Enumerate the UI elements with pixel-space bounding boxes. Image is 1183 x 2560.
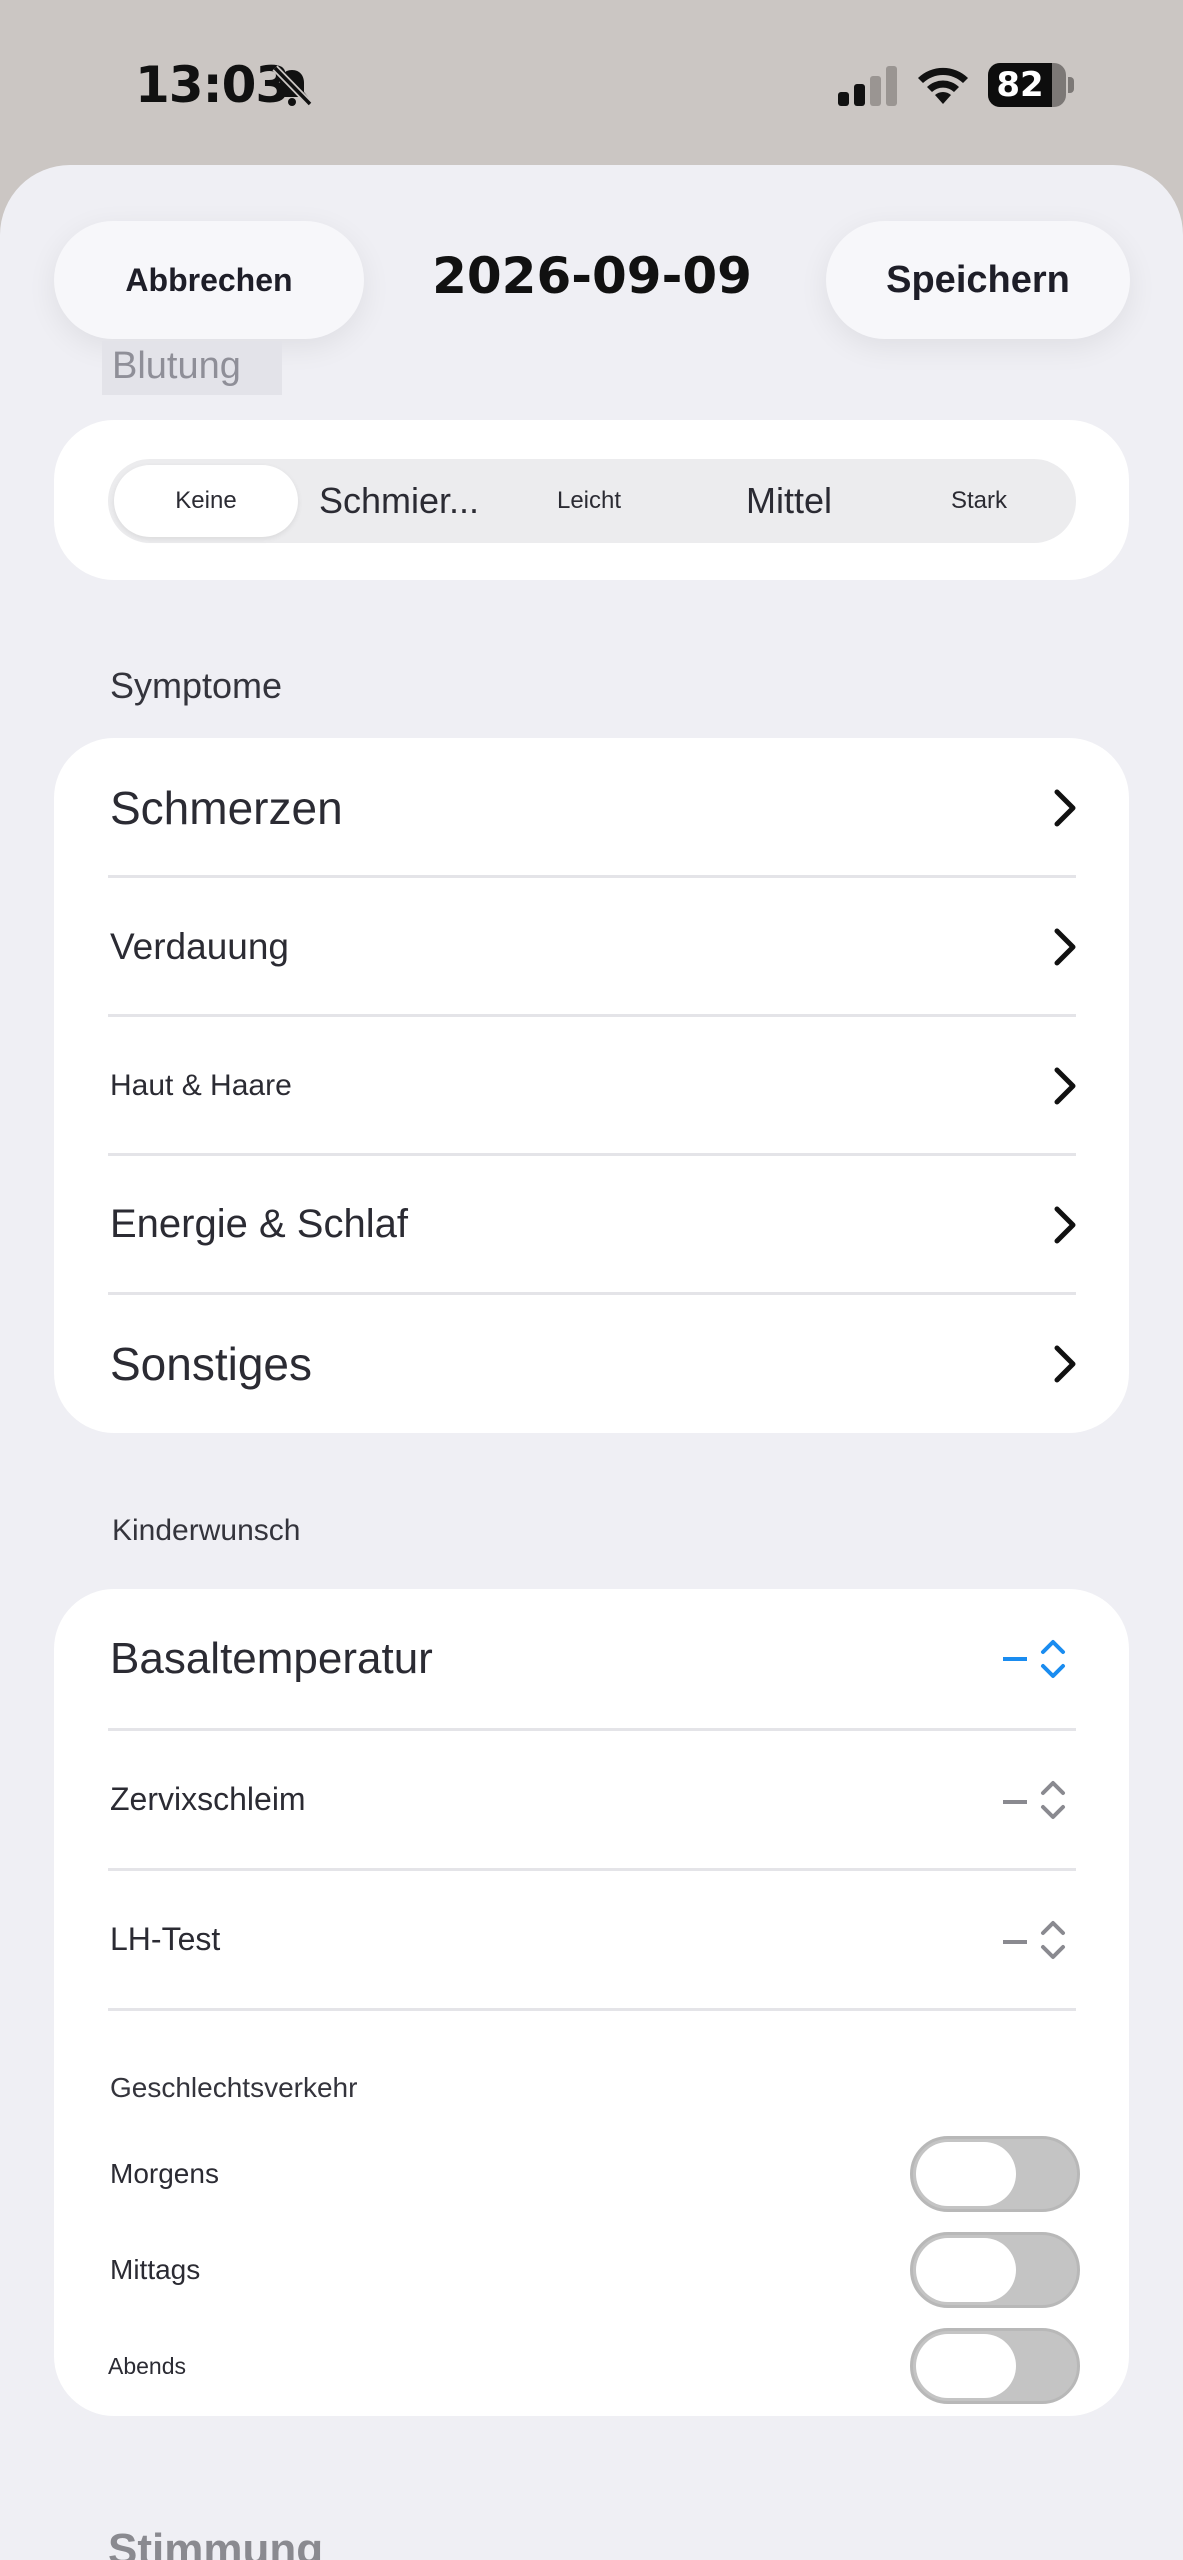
page-title: 2026-09-09 <box>432 247 752 305</box>
cellular-signal-icon <box>838 66 897 106</box>
picker-label: Basaltemperatur <box>110 1634 433 1683</box>
lh-test-row[interactable]: LH-Test <box>54 1870 1129 2009</box>
chevron-right-icon <box>1054 1345 1076 1382</box>
symptom-label: Sonstiges <box>110 1337 313 1390</box>
chevron-right-icon <box>1054 789 1076 826</box>
toggle-row-mittags: Mittags <box>54 2225 1129 2315</box>
battery-percentage: 82 <box>996 65 1044 105</box>
bleeding-segmented-control: Keine Schmier... Leicht Mittel Stark <box>108 459 1076 543</box>
toggle-label: Mittags <box>110 2254 201 2285</box>
cancel-button[interactable]: Abbrechen <box>54 221 364 339</box>
bleeding-option-leicht[interactable]: Leicht <box>494 459 684 543</box>
abends-toggle[interactable] <box>910 2328 1080 2404</box>
wifi-icon <box>918 67 968 104</box>
picker-label: Zervixschleim <box>110 1781 306 1817</box>
symptoms-card: Schmerzen Verdauung Haut & Haare Energie… <box>54 738 1129 1433</box>
status-bar: 13:03 82 <box>0 0 1183 170</box>
bleeding-option-mittel[interactable]: Mittel <box>694 459 884 543</box>
symptom-row-schmerzen[interactable]: Schmerzen <box>54 738 1129 877</box>
lh-test-picker[interactable] <box>1003 1918 1073 1962</box>
mittags-toggle[interactable] <box>910 2232 1080 2308</box>
bell-slash-icon <box>272 65 313 107</box>
chevron-right-icon <box>1054 1206 1076 1243</box>
save-button[interactable]: Speichern <box>826 221 1130 339</box>
symptom-label: Verdauung <box>110 925 290 967</box>
basal-temperature-picker[interactable] <box>1003 1637 1073 1681</box>
symptoms-section-label: Symptome <box>110 665 283 706</box>
cervical-mucus-row[interactable]: Zervixschleim <box>54 1730 1129 1869</box>
chevron-right-icon <box>1054 1067 1076 1104</box>
basal-temperature-row[interactable]: Basaltemperatur <box>54 1589 1129 1729</box>
fertility-card: Basaltemperatur Zervixschleim LH-Test Ge… <box>54 1589 1129 2416</box>
morgens-toggle[interactable] <box>910 2136 1080 2212</box>
symptom-row-verdauung[interactable]: Verdauung <box>54 877 1129 1016</box>
symptom-label: Haut & Haare <box>110 1068 292 1102</box>
toggle-row-morgens: Morgens <box>54 2129 1129 2219</box>
symptom-row-haut-haare[interactable]: Haut & Haare <box>54 1016 1129 1155</box>
bleeding-option-keine[interactable]: Keine <box>114 465 298 537</box>
symptom-label: Energie & Schlaf <box>110 1202 408 1246</box>
intercourse-label: Geschlechtsverkehr <box>110 2072 358 2103</box>
battery-indicator: 82 <box>988 63 1074 107</box>
mood-section-label: Stimmung <box>108 2525 324 2560</box>
symptom-row-sonstiges[interactable]: Sonstiges <box>54 1294 1129 1433</box>
bleeding-card: Keine Schmier... Leicht Mittel Stark <box>54 420 1129 580</box>
chevron-right-icon <box>1054 928 1076 965</box>
entry-sheet: Abbrechen 2026-09-09 Speichern Blutung K… <box>0 165 1183 2560</box>
cervical-mucus-picker[interactable] <box>1003 1778 1073 1822</box>
bleeding-option-stark[interactable]: Stark <box>884 459 1074 543</box>
bleeding-option-schmier[interactable]: Schmier... <box>304 459 494 543</box>
symptom-row-energie-schlaf[interactable]: Energie & Schlaf <box>54 1155 1129 1294</box>
status-time: 13:03 <box>135 56 290 114</box>
bleeding-section-label: Blutung <box>102 341 282 395</box>
toggle-row-abends: Abends <box>54 2321 1129 2411</box>
symptom-label: Schmerzen <box>110 781 343 834</box>
toggle-label: Morgens <box>110 2158 219 2189</box>
picker-label: LH-Test <box>110 1921 221 1957</box>
toggle-label: Abends <box>108 2352 187 2379</box>
divider <box>108 2008 1076 2011</box>
fertility-section-label: Kinderwunsch <box>112 1514 301 1547</box>
